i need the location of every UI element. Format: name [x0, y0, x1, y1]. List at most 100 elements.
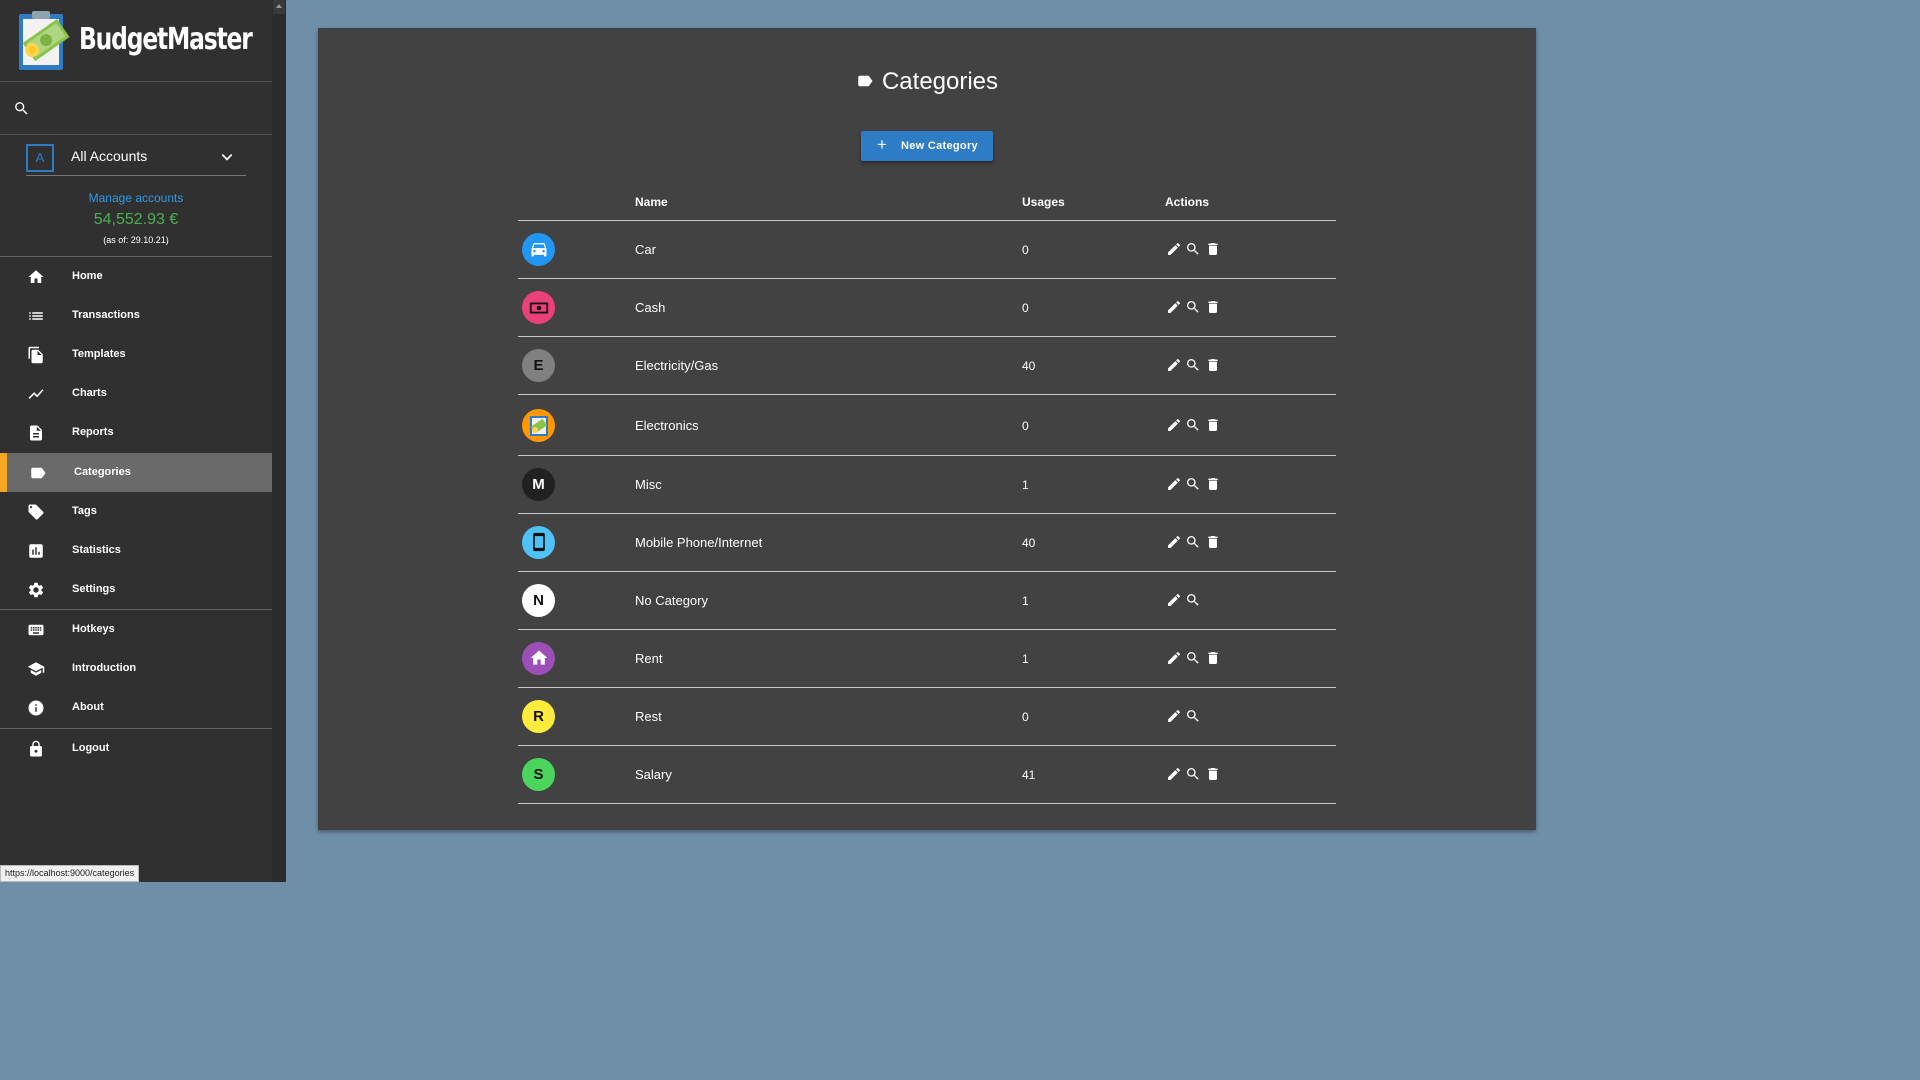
edit-icon[interactable]	[1166, 650, 1182, 666]
search-bar[interactable]	[0, 83, 272, 135]
edit-icon[interactable]	[1166, 299, 1182, 315]
sidebar-item-reports[interactable]: Reports	[0, 413, 272, 452]
assessment-icon	[29, 544, 43, 558]
delete-icon[interactable]	[1205, 534, 1221, 550]
sidebar-item-home[interactable]: Home	[0, 257, 272, 296]
sidebar-item-templates[interactable]: Templates	[0, 335, 272, 374]
category-usages: 40	[1022, 359, 1036, 373]
category-usages: 0	[1022, 301, 1029, 315]
category-usages: 0	[1022, 419, 1029, 433]
lock-icon	[30, 740, 42, 757]
category-avatar: N	[522, 584, 555, 617]
edit-icon[interactable]	[1166, 241, 1182, 257]
brand-header[interactable]: BudgetMaster	[0, 0, 272, 82]
category-usages: 1	[1022, 652, 1029, 666]
new-category-button[interactable]: + New Category	[861, 131, 993, 161]
table-row: Car 0	[518, 221, 1336, 279]
custom-image-icon	[529, 415, 549, 437]
edit-icon[interactable]	[1166, 534, 1182, 550]
sidebar-item-label: Categories	[74, 466, 131, 478]
edit-icon[interactable]	[1166, 417, 1182, 433]
sidebar-item-introduction[interactable]: Introduction	[0, 649, 272, 688]
sidebar-item-logout[interactable]: Logout	[0, 729, 272, 768]
delete-icon[interactable]	[1205, 476, 1221, 492]
category-avatar: S	[522, 758, 555, 791]
column-header-usages: Usages	[1022, 195, 1065, 209]
balance-date: (as of: 29.10.21)	[103, 235, 169, 245]
sidebar-item-statistics[interactable]: Statistics	[0, 531, 272, 570]
delete-icon[interactable]	[1205, 417, 1221, 433]
delete-icon[interactable]	[1205, 299, 1221, 315]
delete-icon[interactable]	[1205, 357, 1221, 373]
sidebar-item-label: Introduction	[72, 662, 137, 674]
category-usages: 40	[1022, 536, 1036, 550]
edit-icon[interactable]	[1166, 708, 1182, 724]
category-avatar	[522, 526, 555, 559]
table-row: M Misc 1	[518, 456, 1336, 514]
search-icon[interactable]	[1185, 650, 1201, 666]
manage-accounts-link[interactable]: Manage accounts	[0, 191, 272, 205]
show-chart-icon	[28, 389, 44, 399]
sidebar-item-label: Settings	[72, 583, 116, 595]
account-select[interactable]: A All Accounts	[26, 140, 246, 176]
search-icon[interactable]	[1185, 766, 1201, 782]
home-icon	[28, 270, 44, 283]
delete-icon[interactable]	[1205, 650, 1221, 666]
categories-table: Name Usages Actions Car 0 Cash 0 E Electricit…	[518, 183, 1336, 804]
sidebar-item-label: Hotkeys	[72, 623, 115, 635]
file-copy-icon	[28, 346, 43, 364]
search-icon[interactable]	[1185, 476, 1201, 492]
search-icon[interactable]	[1185, 357, 1201, 373]
search-icon[interactable]	[1185, 708, 1201, 724]
sidebar-item-label: Transactions	[72, 309, 140, 321]
search-icon[interactable]	[1185, 299, 1201, 315]
sidebar-item-hotkeys[interactable]: Hotkeys	[0, 610, 272, 649]
account-balance: 54,552.93 €	[93, 211, 179, 228]
sidebar-item-label: Tags	[72, 505, 97, 517]
sidebar: BudgetMaster A All Accounts Manage accou…	[0, 0, 272, 882]
sidebar-scrollbar[interactable]	[272, 0, 286, 882]
category-name: Cash	[635, 300, 666, 315]
category-usages: 1	[1022, 594, 1029, 608]
table-row: R Rest 0	[518, 688, 1336, 746]
category-usages: 0	[1022, 710, 1029, 724]
sidebar-item-categories[interactable]: Categories	[0, 453, 272, 492]
table-row: S Salary 41	[518, 746, 1336, 804]
car-icon	[529, 239, 549, 259]
search-icon[interactable]	[1185, 534, 1201, 550]
sidebar-item-about[interactable]: About	[0, 688, 272, 727]
description-icon	[30, 425, 42, 441]
sidebar-item-label: Home	[72, 270, 103, 282]
edit-icon[interactable]	[1166, 592, 1182, 608]
scroll-up-arrow[interactable]	[273, 0, 285, 14]
categories-panel: Categories + New Category Name Usages Ac…	[318, 28, 1536, 830]
category-name: Mobile Phone/Internet	[635, 535, 763, 550]
sidebar-item-charts[interactable]: Charts	[0, 374, 272, 413]
category-avatar	[522, 642, 555, 675]
edit-icon[interactable]	[1166, 766, 1182, 782]
delete-icon[interactable]	[1205, 241, 1221, 257]
table-row: N No Category 1	[518, 572, 1336, 630]
chevron-down-icon[interactable]	[220, 150, 234, 164]
table-row: E Electricity/Gas 40	[518, 337, 1336, 395]
sidebar-item-settings[interactable]: Settings	[0, 570, 272, 609]
category-avatar: M	[522, 468, 555, 501]
table-row: Rent 1	[518, 630, 1336, 688]
brand-name: BudgetMaster	[79, 22, 253, 57]
edit-icon[interactable]	[1166, 476, 1182, 492]
category-name: Electronics	[635, 418, 699, 433]
search-icon[interactable]	[1185, 241, 1201, 257]
category-name: Rest	[635, 709, 662, 724]
category-usages: 0	[1022, 243, 1029, 257]
status-url-bar: https://localhost:9000/categories	[0, 865, 140, 882]
search-icon[interactable]	[13, 100, 30, 117]
delete-icon[interactable]	[1205, 766, 1221, 782]
search-icon[interactable]	[1185, 417, 1201, 433]
sidebar-item-tags[interactable]: Tags	[0, 492, 272, 531]
smartphone-icon	[529, 532, 549, 552]
category-usages: 1	[1022, 478, 1029, 492]
search-icon[interactable]	[1185, 592, 1201, 608]
account-badge: A	[26, 144, 54, 172]
edit-icon[interactable]	[1166, 357, 1182, 373]
sidebar-item-transactions[interactable]: Transactions	[0, 296, 272, 335]
